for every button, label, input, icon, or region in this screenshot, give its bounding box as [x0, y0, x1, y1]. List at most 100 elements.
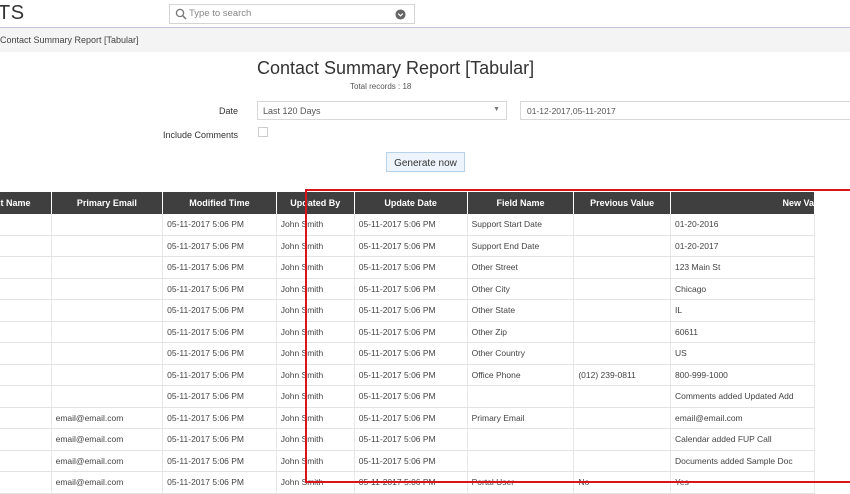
date-range-value: 01-12-2017,05-11-2017	[527, 106, 616, 116]
date-label: Date	[218, 106, 238, 116]
table-cell: vis	[0, 428, 52, 451]
table-cell: 05-11-2017 5:06 PM	[162, 342, 277, 365]
include-comments-label: Include Comments	[162, 130, 238, 140]
table-cell: 05-11-2017 5:06 PM	[162, 278, 277, 300]
breadcrumb-bar: Contact Summary Report [Tabular]	[0, 28, 850, 52]
date-select[interactable]: Last 120 Days ▼	[257, 101, 507, 120]
table-row[interactable]: es 05-11-2017 5:06 PMJohn Smith05-11-2017…	[0, 321, 816, 343]
table-cell: Office Phone	[467, 364, 575, 386]
table-cell	[573, 299, 671, 322]
search-box[interactable]: Type to search	[169, 4, 415, 24]
date-range-input[interactable]: 01-12-2017,05-11-2017	[520, 101, 850, 120]
table-cell: John Smith	[276, 299, 355, 322]
table-cell: 800-999-1000	[670, 364, 816, 386]
table-cell: 60611	[670, 321, 816, 343]
table-cell: vis	[0, 407, 52, 429]
table-cell	[573, 407, 671, 429]
table-cell: 05-11-2017 5:06 PM	[354, 450, 468, 472]
table-cell: es	[0, 256, 52, 279]
table-cell: John Smith	[276, 214, 355, 236]
table-cell	[51, 342, 164, 365]
table-cell: 05-11-2017 5:06 PM	[162, 256, 277, 279]
table-cell: John Smith	[276, 342, 355, 365]
table-cell	[51, 385, 164, 408]
table-cell	[573, 321, 671, 343]
table-row[interactable]: visemail@email.com05-11-2017 5:06 PMJohn…	[0, 407, 816, 429]
table-cell	[573, 278, 671, 300]
table-row[interactable]: visemail@email.com05-11-2017 5:06 PMJohn…	[0, 450, 816, 472]
table-cell: Chicago	[670, 278, 816, 300]
total-records: Total records : 18	[350, 82, 412, 91]
table-cell: John Smith	[276, 321, 355, 343]
table-cell: es	[0, 385, 52, 408]
table-row[interactable]: visemail@email.com05-11-2017 5:06 PMJohn…	[0, 471, 816, 494]
table-cell: 05-11-2017 5:06 PM	[354, 214, 468, 236]
table-cell: es	[0, 235, 52, 257]
table-cell	[573, 428, 671, 451]
table-row[interactable]: es 05-11-2017 5:06 PMJohn Smith05-11-2017…	[0, 342, 816, 365]
table-cell	[573, 342, 671, 365]
date-select-value: Last 120 Days	[263, 106, 321, 116]
column-header[interactable]: Field Name	[467, 192, 575, 214]
table-cell: 05-11-2017 5:06 PM	[354, 256, 468, 279]
column-header[interactable]: Modified Time	[162, 192, 277, 214]
table-cell: Support End Date	[467, 235, 575, 257]
table-cell: es	[0, 299, 52, 322]
table-cell: 05-11-2017 5:06 PM	[354, 321, 468, 343]
table-cell: John Smith	[276, 278, 355, 300]
column-header[interactable]: Update Date	[354, 192, 468, 214]
table-cell: 05-11-2017 5:06 PM	[162, 407, 277, 429]
table-cell: 05-11-2017 5:06 PM	[162, 364, 277, 386]
table-row[interactable]: es 05-11-2017 5:06 PMJohn Smith05-11-2017…	[0, 214, 816, 236]
column-header[interactable]: Primary Email	[51, 192, 164, 214]
table-row[interactable]: es 05-11-2017 5:06 PMJohn Smith05-11-2017…	[0, 299, 816, 322]
table-cell	[51, 256, 164, 279]
table-cell: John Smith	[276, 385, 355, 408]
table-cell: 05-11-2017 5:06 PM	[162, 299, 277, 322]
table-row[interactable]: visemail@email.com05-11-2017 5:06 PMJohn…	[0, 428, 816, 451]
breadcrumb[interactable]: Contact Summary Report [Tabular]	[0, 35, 139, 45]
table-cell: Yes	[670, 471, 816, 494]
table-cell: Other State	[467, 299, 575, 322]
table-cell: 05-11-2017 5:06 PM	[162, 214, 277, 236]
table-row[interactable]: es 05-11-2017 5:06 PMJohn Smith05-11-2017…	[0, 385, 816, 408]
table-cell: es	[0, 321, 52, 343]
column-header[interactable]: Last Name	[0, 192, 52, 214]
table-cell: John Smith	[276, 256, 355, 279]
table-cell: 05-11-2017 5:06 PM	[162, 450, 277, 472]
table-cell: Documents added Sample Doc	[670, 450, 816, 472]
table-cell	[51, 214, 164, 236]
table-cell	[51, 299, 164, 322]
table-header-row: Last Name Primary Email Modified Time Up…	[0, 192, 816, 214]
table-cell: email@email.com	[51, 407, 164, 429]
search-input[interactable]: Type to search	[189, 8, 251, 19]
table-row[interactable]: es 05-11-2017 5:06 PMJohn Smith05-11-2017…	[0, 235, 816, 257]
column-header[interactable]: New Va	[670, 192, 816, 214]
table-cell: es	[0, 278, 52, 300]
table-cell	[573, 214, 671, 236]
table-cell: email@email.com	[51, 450, 164, 472]
table-cell: 05-11-2017 5:06 PM	[354, 299, 468, 322]
column-header[interactable]: Previous Value	[573, 192, 671, 214]
table-row[interactable]: es 05-11-2017 5:06 PMJohn Smith05-11-2017…	[0, 364, 816, 386]
table-row[interactable]: es 05-11-2017 5:06 PMJohn Smith05-11-2017…	[0, 278, 816, 300]
table-cell: John Smith	[276, 471, 355, 494]
table-cell: es	[0, 214, 52, 236]
table-cell	[467, 385, 575, 408]
generate-now-button[interactable]: Generate now	[386, 152, 465, 172]
table-cell: 123 Main St	[670, 256, 816, 279]
table-cell: No	[573, 471, 671, 494]
include-comments-checkbox[interactable]	[258, 127, 268, 137]
table-cell	[467, 428, 575, 451]
table-cell: John Smith	[276, 407, 355, 429]
table-cell: Primary Email	[467, 407, 575, 429]
table-cell: 05-11-2017 5:06 PM	[162, 321, 277, 343]
table-row[interactable]: es 05-11-2017 5:06 PMJohn Smith05-11-2017…	[0, 256, 816, 279]
table-cell: 01-20-2016	[670, 214, 816, 236]
column-header[interactable]: Updated By	[276, 192, 355, 214]
table-cell	[573, 256, 671, 279]
chevron-down-icon: ▼	[493, 106, 500, 113]
chevron-down-circle-icon[interactable]	[395, 9, 406, 20]
table-cell	[51, 278, 164, 300]
table-cell: vis	[0, 471, 52, 494]
